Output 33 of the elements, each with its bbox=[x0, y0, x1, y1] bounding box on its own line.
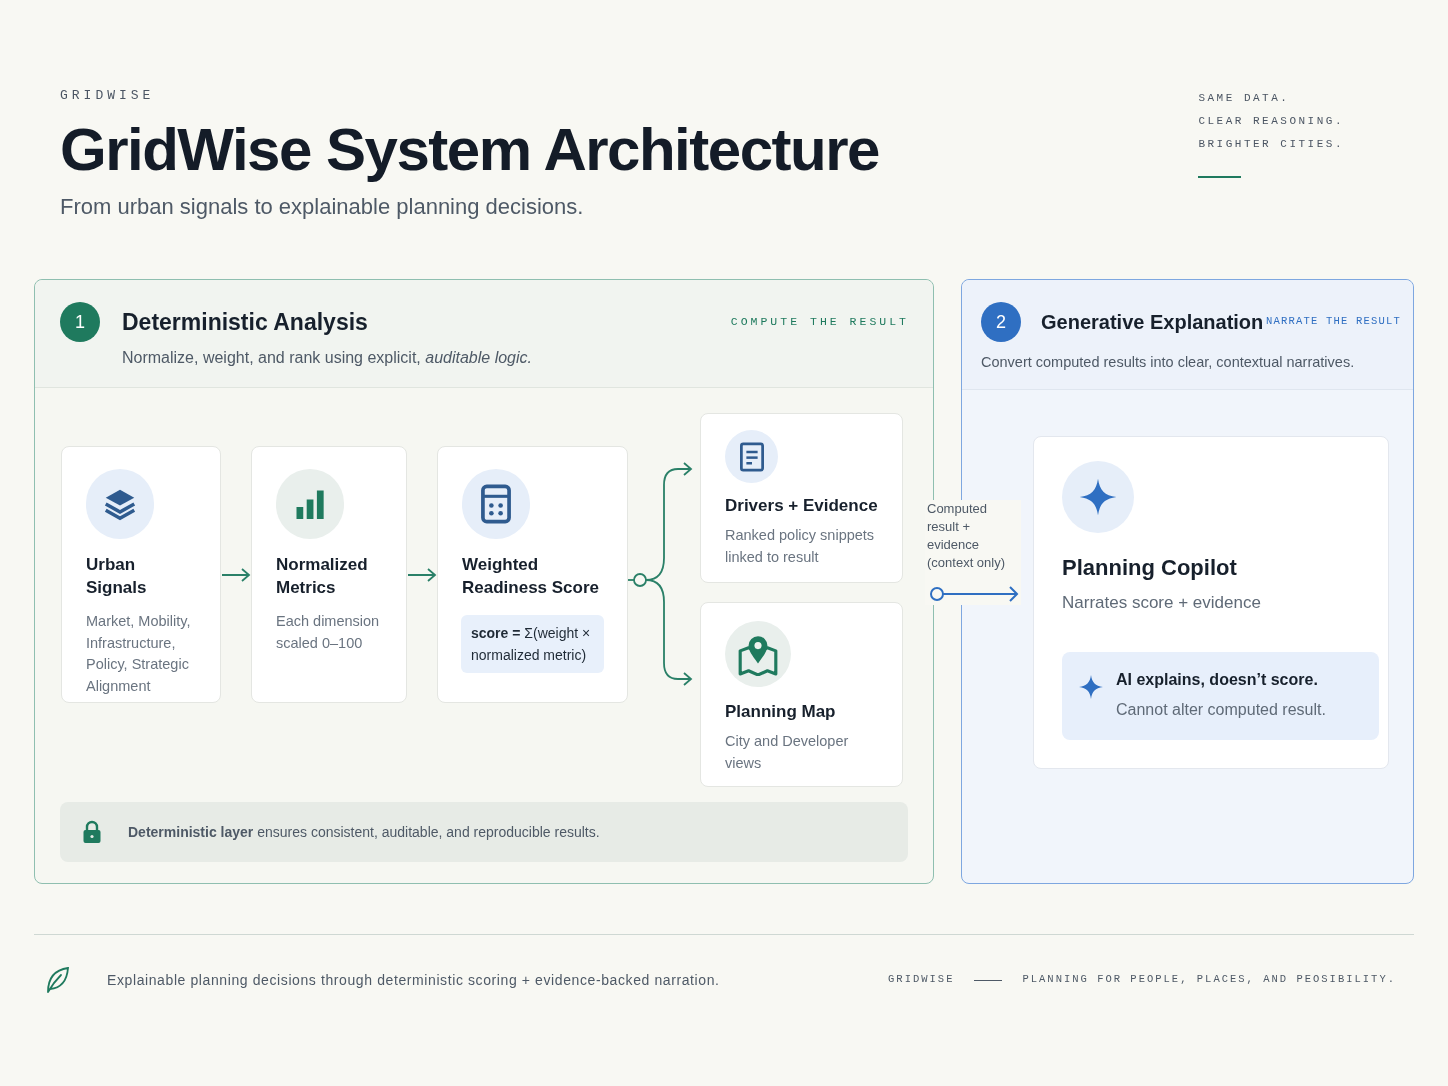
tagline-line: SAME DATA. bbox=[1198, 91, 1291, 106]
page-title: GridWise System Architecture bbox=[60, 115, 879, 184]
brand-label: GRIDWISE bbox=[60, 87, 156, 105]
page-subtitle: From urban signals to explainable planning decisions. bbox=[60, 192, 585, 221]
step-number-badge: 1 bbox=[60, 302, 100, 342]
panel-title: Generative Explanation bbox=[1041, 310, 1264, 335]
footer-text: Explainable planning decisions through deterministic scoring + evidence-backed narration. bbox=[107, 970, 720, 990]
step-title: Urban Signals bbox=[86, 554, 148, 599]
tagline-line: CLEAR REASONING. bbox=[1198, 114, 1344, 129]
note-text: Deterministic layer ensures consistent, auditable, and reproducible results. bbox=[128, 822, 600, 842]
connector-label: Computed result + evidence (context only) bbox=[927, 500, 1007, 572]
step-description: Market, Mobility, Infrastructure, Policy, Strategic Alignment bbox=[86, 612, 192, 696]
formula: score = Σ(weight × normalized metric) bbox=[461, 615, 604, 673]
panel-tag: NARRATE THE RESULT bbox=[1265, 314, 1401, 330]
panel-description: Normalize, weight, and rank using explicit, auditable logic. bbox=[122, 348, 533, 368]
step-title: Weighted Readiness Score bbox=[462, 554, 600, 599]
step-description: Each dimension scaled 0–100 bbox=[276, 612, 381, 653]
step-title: Normalized Metrics bbox=[276, 554, 369, 599]
footer-brand: GRIDWISE bbox=[888, 972, 955, 988]
copilot-description: Narrates score + evidence bbox=[1062, 592, 1262, 614]
output-description: City and Developer views bbox=[725, 732, 850, 773]
output-title: Drivers + Evidence bbox=[725, 495, 878, 517]
notice-title: AI explains, doesn’t score. bbox=[1116, 669, 1319, 690]
footer-motto: PLANNING FOR PEOPLE, PLACES, AND PEOSIBILITY. bbox=[1022, 972, 1396, 988]
tagline-line: BRIGHTER CITIES. bbox=[1198, 137, 1344, 152]
step-number-badge: 2 bbox=[981, 302, 1021, 342]
panel-description: Convert computed results into clear, contextual narratives. bbox=[981, 353, 1356, 372]
copilot-title: Planning Copilot bbox=[1062, 554, 1238, 582]
output-title: Planning Map bbox=[725, 701, 837, 723]
notice-text: Cannot alter computed result. bbox=[1116, 699, 1326, 720]
panel-tag: COMPUTE THE RESULT bbox=[730, 313, 909, 331]
output-description: Ranked policy snippets linked to result bbox=[725, 526, 876, 567]
panel-title: Deterministic Analysis bbox=[122, 307, 368, 337]
